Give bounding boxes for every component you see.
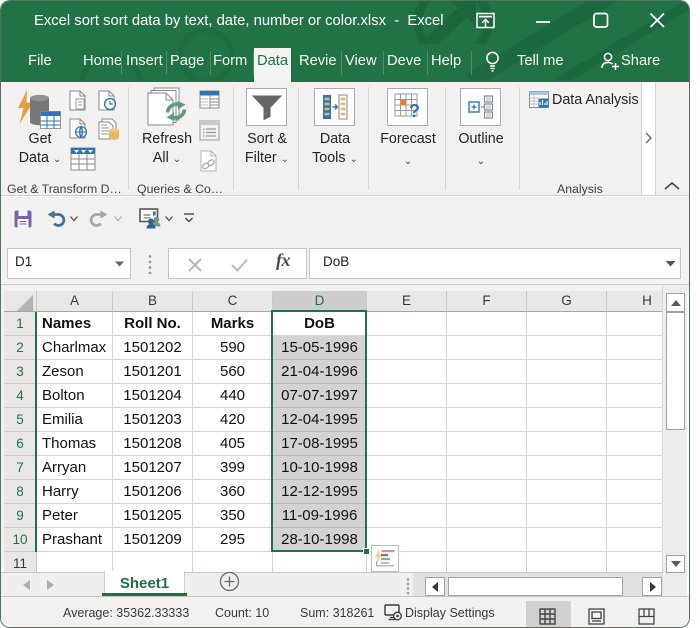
svg-text:?: ? [409, 101, 420, 121]
